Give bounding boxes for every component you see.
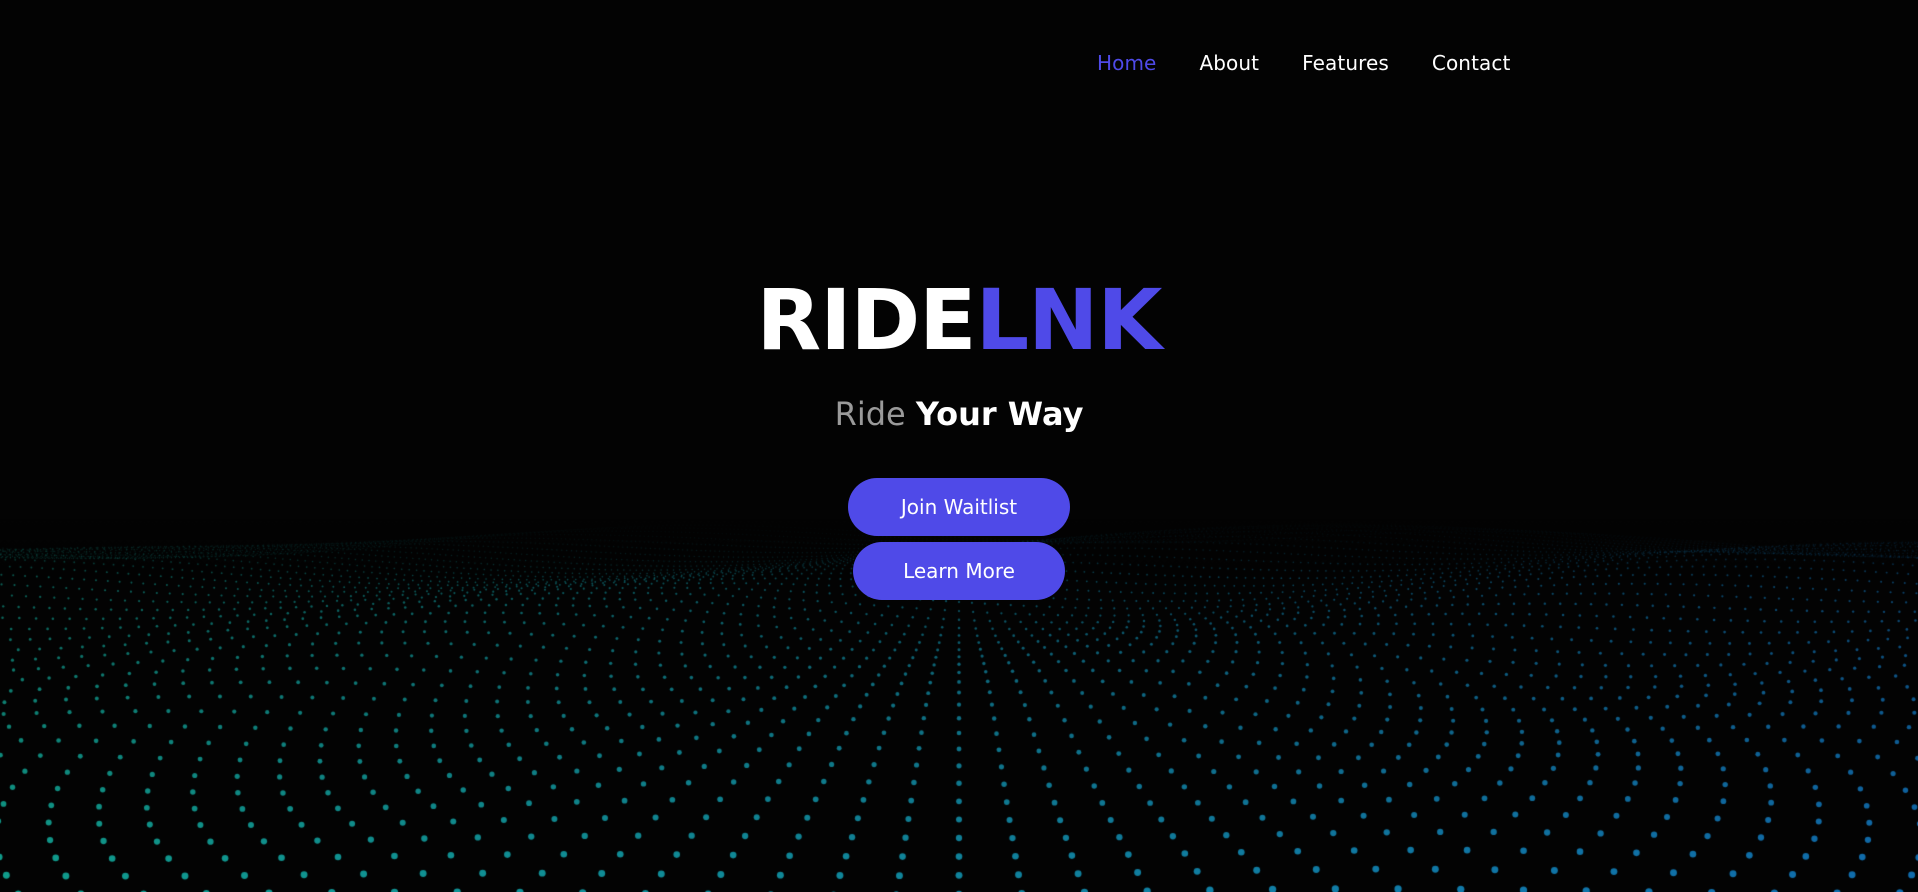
nav-link-about[interactable]: About — [1199, 48, 1259, 78]
tagline-muted: Ride — [834, 395, 906, 433]
landing-page: Home About Features Contact RIDELNK Ride… — [0, 0, 1918, 892]
nav-link-home[interactable]: Home — [1097, 48, 1156, 78]
main-nav: Home About Features Contact — [1097, 48, 1510, 78]
logo-part-ride: RIDE — [756, 271, 977, 369]
learn-more-button[interactable]: Learn More — [853, 542, 1065, 600]
nav-link-features[interactable]: Features — [1302, 48, 1389, 78]
join-waitlist-button[interactable]: Join Waitlist — [848, 478, 1070, 536]
tagline-strong: Your Way — [915, 395, 1084, 433]
hero-tagline: Ride Your Way — [835, 394, 1084, 434]
brand-logo: RIDELNK — [756, 270, 1163, 370]
hero-section: RIDELNK Ride Your Way Join Waitlist Lear… — [0, 270, 1918, 600]
logo-part-lnk: LNK — [975, 271, 1163, 369]
nav-link-contact[interactable]: Contact — [1432, 48, 1511, 78]
